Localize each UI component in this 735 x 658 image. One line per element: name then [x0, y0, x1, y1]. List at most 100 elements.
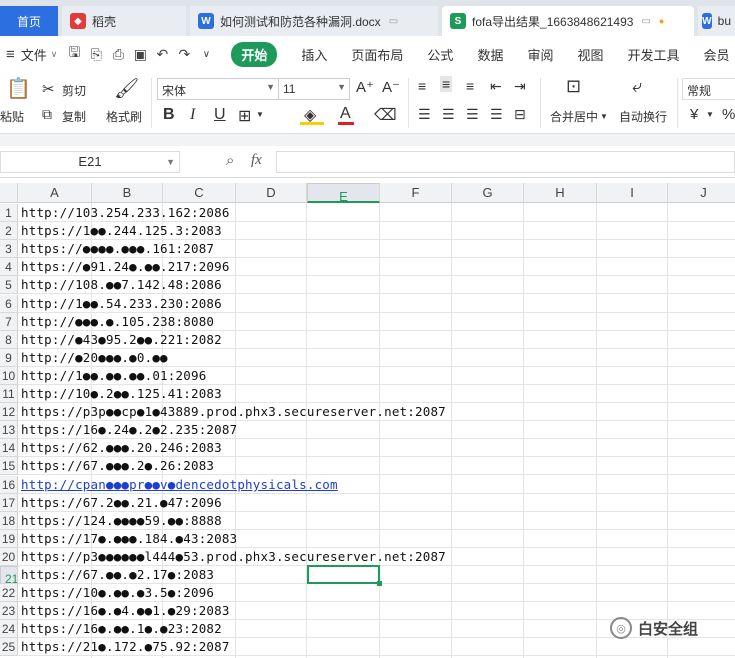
cell-a4[interactable]: https://●91.24●.●●.217:2096	[21, 258, 230, 276]
chevron-down-icon[interactable]: ▼	[256, 110, 264, 119]
cell-a2[interactable]: https://1●●.244.125.3:2083	[21, 222, 222, 240]
column-header-d[interactable]: D	[236, 183, 307, 203]
underline-icon[interactable]: U	[214, 106, 226, 124]
row-header[interactable]: 15	[0, 457, 18, 475]
customize-chevron-icon[interactable]: ∨	[195, 49, 217, 60]
cell-a19[interactable]: https://17●.●●●.184.●43:2083	[21, 530, 237, 548]
zoom-search-icon[interactable]: ⌕	[226, 152, 234, 169]
tab-more[interactable]: W bu	[698, 6, 735, 36]
row-header[interactable]: 22	[0, 584, 18, 602]
column-header-g[interactable]: G	[452, 183, 524, 203]
tab-home-ribbon[interactable]: 开始	[231, 41, 278, 67]
cell-a14[interactable]: https://62.●●●.20.246:2083	[21, 439, 222, 457]
copy-button[interactable]: 复制	[62, 108, 86, 125]
paste-button[interactable]: 粘贴	[0, 108, 24, 125]
cell-a22[interactable]: https://10●.●●.●3.5●:2096	[21, 584, 214, 602]
decrease-indent-icon[interactable]: ⇤	[490, 78, 502, 95]
bold-icon[interactable]: B	[163, 106, 175, 124]
cell-a25[interactable]: https://21●.172.●75.92:2087	[21, 638, 230, 656]
row-header[interactable]: 7	[0, 313, 18, 331]
cell-a7[interactable]: http://●●●.●.105.238:8080	[21, 313, 214, 331]
format-painter-icon[interactable]: 🖌	[114, 76, 139, 101]
column-header-h[interactable]: H	[524, 183, 597, 203]
cell-a21[interactable]: https://67.●●.●2.17●:2083	[21, 566, 214, 584]
cell-a10[interactable]: http://1●●.●●.●●.01:2096	[21, 367, 206, 385]
merge-center-button[interactable]: 合并居中	[550, 108, 598, 125]
cell-a12[interactable]: https://p3p●●cp●1●43889.prod.phx3.secure…	[21, 403, 446, 421]
cut-button[interactable]: 剪切	[62, 82, 86, 99]
eraser-icon[interactable]: ⌫	[374, 105, 397, 125]
cell-a24[interactable]: https://16●.●●.1●.●23:2082	[21, 620, 222, 638]
increase-font-icon[interactable]: A⁺	[356, 78, 374, 96]
tab-spreadsheet[interactable]: S fofa导出结果_1663848621493 ▭ ●	[442, 6, 694, 36]
wrap-text-button[interactable]: 自动换行	[619, 108, 667, 125]
name-box[interactable]: E21 ▼	[0, 151, 180, 173]
cell-a20[interactable]: https://p3●●●●●●l444●53.prod.phx3.secure…	[21, 548, 446, 566]
row-header[interactable]: 14	[0, 439, 18, 457]
cell-a13[interactable]: https://16●.24●.2●2.235:2087	[21, 421, 237, 439]
chevron-down-icon[interactable]: ▼	[600, 112, 608, 121]
tab-data[interactable]: 数据	[477, 45, 503, 64]
undo-icon[interactable]: ↶	[151, 46, 173, 63]
row-header[interactable]: 20	[0, 548, 18, 566]
increase-indent-icon[interactable]: ⇥	[514, 78, 526, 95]
row-header[interactable]: 19	[0, 530, 18, 548]
row-header[interactable]: 1	[0, 204, 18, 222]
column-header-j[interactable]: J	[668, 183, 735, 203]
cell-a23[interactable]: https://16●.●4.●●1.●29:2083	[21, 602, 230, 620]
row-header[interactable]: 16	[0, 476, 18, 494]
italic-icon[interactable]: I	[190, 106, 195, 124]
align-right-icon[interactable]: ☰	[466, 106, 479, 123]
hamburger-icon[interactable]: ≡	[6, 46, 15, 63]
row-header[interactable]: 10	[0, 367, 18, 385]
column-header-e[interactable]: E	[307, 183, 380, 204]
row-header[interactable]: 6	[0, 295, 18, 313]
tab-insert[interactable]: 插入	[301, 45, 327, 64]
row-header[interactable]: 4	[0, 258, 18, 276]
print-icon[interactable]: ⎙	[107, 46, 129, 63]
tab-page-layout[interactable]: 页面布局	[351, 45, 403, 64]
spreadsheet-grid[interactable]: A B C D E F G H I J 1 http://103.254.233.162:2086 2 h…	[0, 183, 735, 658]
print-preview-icon[interactable]: ▣	[129, 46, 151, 63]
row-header[interactable]: 5	[0, 276, 18, 294]
fx-icon[interactable]: fx	[251, 152, 262, 169]
wrap-text-icon[interactable]: ⤶	[632, 76, 642, 97]
borders-icon[interactable]: ⊞	[238, 106, 251, 126]
cell-a1[interactable]: http://103.254.233.162:2086	[21, 204, 230, 222]
cell-a17[interactable]: https://67.2●●.21.●47:2096	[21, 494, 222, 512]
tab-member[interactable]: 会员	[704, 45, 730, 64]
export-pdf-icon[interactable]: ⎘	[85, 46, 107, 63]
cell-a15[interactable]: https://67.●●●.2●.26:2083	[21, 457, 214, 475]
row-header[interactable]: 24	[0, 620, 18, 638]
save-icon[interactable]: 🖫	[63, 42, 85, 66]
row-header[interactable]: 11	[0, 385, 18, 403]
chevron-down-icon[interactable]: ▼	[706, 110, 714, 119]
cell-a8[interactable]: http://●43●95.2●●.221:2082	[21, 331, 222, 349]
row-header[interactable]: 3	[0, 240, 18, 258]
row-header[interactable]: 9	[0, 349, 18, 367]
active-cell-e21[interactable]	[307, 565, 382, 586]
file-menu[interactable]: 文件	[21, 45, 47, 64]
align-left-icon[interactable]: ☰	[418, 106, 431, 123]
decrease-font-icon[interactable]: A⁻	[382, 78, 400, 96]
row-header[interactable]: 2	[0, 222, 18, 240]
column-header-a[interactable]: A	[18, 183, 92, 203]
tab-developer[interactable]: 开发工具	[627, 45, 679, 64]
copy-icon[interactable]: ⧉	[42, 106, 52, 123]
justify-icon[interactable]: ☰	[490, 106, 503, 123]
redo-icon[interactable]: ↷	[173, 46, 195, 63]
cell-a16[interactable]: http://cpan●●●pr●●v●dencedotphysicals.co…	[21, 476, 338, 494]
row-header[interactable]: 13	[0, 421, 18, 439]
row-header[interactable]: 8	[0, 331, 18, 349]
tab-document[interactable]: W 如何测试和防范各种漏洞.docx ▭	[190, 6, 438, 36]
cell-a6[interactable]: http://1●●.54.233.230:2086	[21, 295, 222, 313]
column-header-i[interactable]: I	[597, 183, 668, 203]
font-size-select[interactable]: 11 ▼	[278, 78, 350, 100]
column-header-c[interactable]: C	[163, 183, 236, 203]
formula-input[interactable]	[276, 151, 735, 173]
cell-a5[interactable]: http://108.●●7.142.48:2086	[21, 276, 222, 294]
paste-icon[interactable]: 📋	[6, 76, 31, 101]
tab-review[interactable]: 审阅	[527, 45, 553, 64]
font-color-icon[interactable]: A	[340, 105, 351, 123]
format-painter-button[interactable]: 格式刷	[106, 108, 142, 125]
